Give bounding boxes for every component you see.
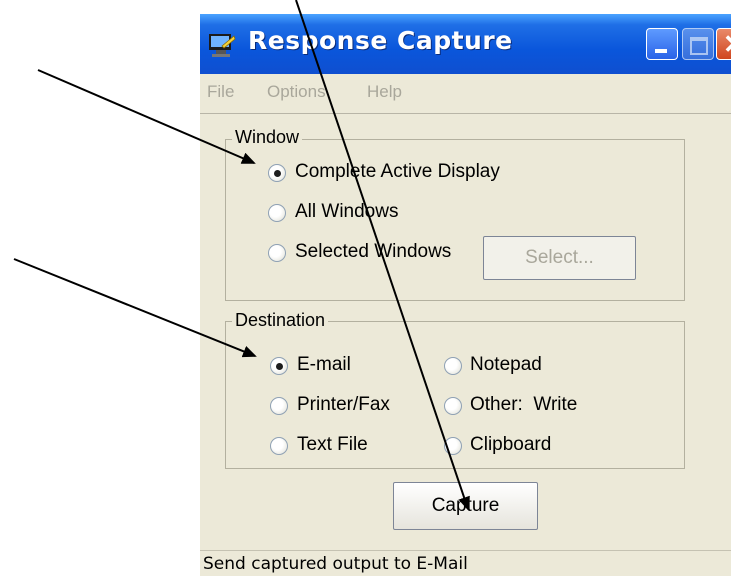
arrow-to-capture-button: [295, 0, 470, 511]
annotation-arrows: [13, 0, 470, 511]
arrow-to-email: [13, 258, 257, 358]
arrow-to-complete-active-display: [37, 69, 256, 164]
